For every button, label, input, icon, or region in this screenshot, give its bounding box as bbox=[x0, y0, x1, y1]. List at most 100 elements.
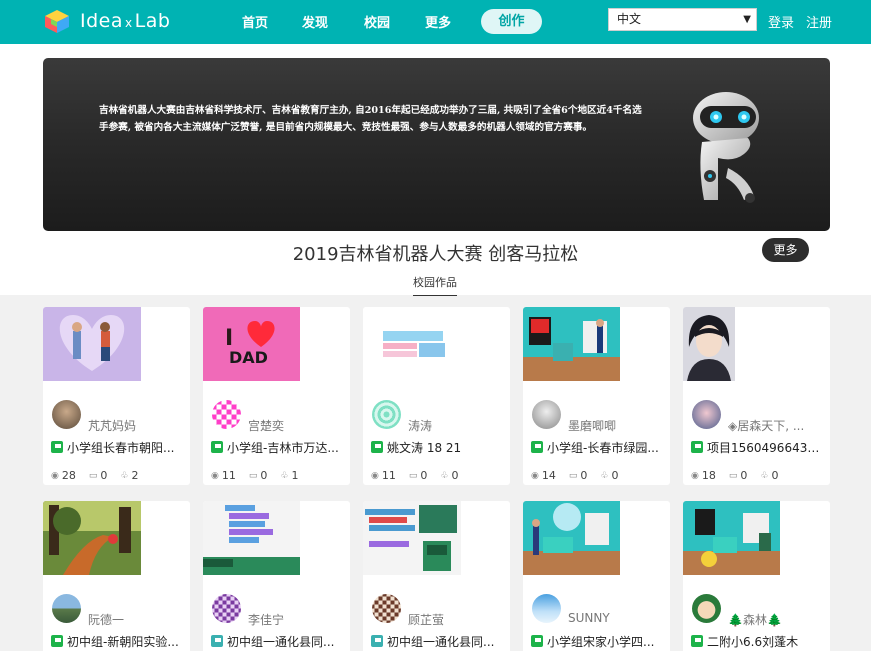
project-title[interactable]: 小学组宋家小学四... bbox=[547, 633, 665, 650]
project-card[interactable]: 顾芷萤 初中组一通化县同... bbox=[363, 501, 510, 651]
project-title[interactable]: 姚文涛 18 21 bbox=[387, 439, 505, 456]
view-count: 11 bbox=[221, 469, 236, 482]
stats-row: ◉ 18 ▭ 0 ♧ 0 bbox=[691, 469, 791, 482]
login-link[interactable]: 登录 bbox=[768, 12, 794, 31]
comment-icon: ▭ bbox=[728, 470, 738, 481]
project-title[interactable]: 小学组-吉林市万达... bbox=[227, 439, 345, 456]
like-count: 0 bbox=[771, 469, 779, 482]
logo-text-idea: Idea bbox=[80, 10, 123, 32]
project-title[interactable]: 二附小6.6刘蓬木 bbox=[707, 633, 825, 650]
thumb-code-blocks bbox=[203, 501, 300, 575]
avatar[interactable] bbox=[52, 594, 81, 623]
avatar[interactable] bbox=[212, 594, 241, 623]
author-name[interactable]: ◈居森天下, ... bbox=[728, 417, 824, 434]
comment-count: 0 bbox=[580, 469, 588, 482]
project-title[interactable]: 初中组一通化县同... bbox=[227, 633, 345, 650]
project-card[interactable]: 芃芃妈妈 小学组长春市朝阳... ◉ 28 ▭ 0 ♧ 2 bbox=[43, 307, 190, 485]
view-count: 18 bbox=[701, 469, 716, 482]
project-title[interactable]: 小学组-长春市绿园... bbox=[547, 439, 665, 456]
project-card[interactable]: 李佳宁 初中组一通化县同... bbox=[203, 501, 350, 651]
project-card[interactable]: 涛涛 姚文涛 18 21 ◉ 11 ▭ 0 ♧ 0 bbox=[363, 307, 510, 485]
thumbs-up-icon: ♧ bbox=[120, 470, 129, 481]
svg-text:DAD: DAD bbox=[229, 348, 268, 367]
project-card[interactable]: ◈居森天下, ... 项目1560496643558 ◉ 18 ▭ 0 ♧ 0 bbox=[683, 307, 830, 485]
author-name[interactable]: 顾芷萤 bbox=[408, 611, 504, 628]
stats-row: ◉ 11 ▭ 0 ♧ 1 bbox=[211, 469, 311, 482]
stats-row: ◉ 11 ▭ 0 ♧ 0 bbox=[371, 469, 471, 482]
thumb-room-scene bbox=[523, 307, 620, 381]
thumbs-up-icon: ♧ bbox=[280, 470, 289, 481]
project-title[interactable]: 项目1560496643558 bbox=[707, 439, 825, 456]
banner-description: 吉林省机器人大赛由吉林省科学技术厅、吉林省教育厅主办, 自2016年起已经成功举… bbox=[99, 105, 642, 133]
thumb-code-blocks-2 bbox=[363, 501, 461, 575]
contest-banner[interactable]: 吉林省机器人大赛由吉林省科学技术厅、吉林省教育厅主办, 自2016年起已经成功举… bbox=[43, 58, 830, 231]
cube-logo-icon bbox=[45, 10, 69, 33]
project-flag-icon bbox=[371, 441, 383, 453]
project-flag-icon bbox=[691, 441, 703, 453]
like-count: 0 bbox=[611, 469, 619, 482]
project-card[interactable]: I DAD 宫楚奕 小学组-吉林市万达... ◉ 11 ▭ 0 ♧ 1 bbox=[203, 307, 350, 485]
author-name[interactable]: 涛涛 bbox=[408, 417, 504, 434]
comment-icon: ▭ bbox=[248, 470, 258, 481]
create-button[interactable]: 创作 bbox=[481, 9, 542, 34]
project-flag-icon bbox=[531, 441, 543, 453]
nav-campus[interactable]: 校园 bbox=[364, 12, 390, 31]
project-flag-icon bbox=[51, 441, 63, 453]
logo-text-x: x bbox=[125, 16, 133, 30]
comment-count: 0 bbox=[740, 469, 748, 482]
avatar[interactable] bbox=[52, 400, 81, 429]
register-link[interactable]: 注册 bbox=[806, 12, 832, 31]
project-card[interactable]: 🌲森林🌲 二附小6.6刘蓬木 bbox=[683, 501, 830, 651]
thumbs-up-icon: ♧ bbox=[600, 470, 609, 481]
tab-campus-works[interactable]: 校园作品 bbox=[413, 274, 457, 296]
view-count: 28 bbox=[61, 469, 76, 482]
thumb-parents-heart bbox=[43, 307, 141, 381]
author-name[interactable]: 芃芃妈妈 bbox=[88, 417, 184, 434]
author-name[interactable]: 阮德一 bbox=[88, 611, 184, 628]
project-card[interactable]: 墨磨唧唧 小学组-长春市绿园... ◉ 14 ▭ 0 ♧ 0 bbox=[523, 307, 670, 485]
top-nav-bar: Idea x Lab 首页 发现 校园 更多 创作 中文 ▼ 登录 注册 bbox=[0, 0, 871, 44]
eye-icon: ◉ bbox=[371, 470, 379, 481]
robot-mascot-icon bbox=[693, 92, 759, 203]
avatar[interactable] bbox=[212, 400, 241, 429]
comment-count: 0 bbox=[420, 469, 428, 482]
thumbs-up-icon: ♧ bbox=[760, 470, 769, 481]
thumb-fountain-room bbox=[523, 501, 620, 575]
author-name[interactable]: 李佳宁 bbox=[248, 611, 344, 628]
view-count: 14 bbox=[541, 469, 556, 482]
nav-home[interactable]: 首页 bbox=[242, 12, 268, 31]
project-title[interactable]: 初中组一通化县同... bbox=[387, 633, 505, 650]
author-name[interactable]: 🌲森林🌲 bbox=[728, 611, 824, 628]
contest-section: 吉林省机器人大赛由吉林省科学技术厅、吉林省教育厅主办, 自2016年起已经成功举… bbox=[0, 44, 871, 296]
stats-row: ◉ 28 ▭ 0 ♧ 2 bbox=[51, 469, 151, 482]
thumb-forest-path bbox=[43, 501, 141, 575]
project-flag-icon bbox=[211, 441, 223, 453]
project-title[interactable]: 小学组长春市朝阳... bbox=[67, 439, 185, 456]
avatar[interactable] bbox=[692, 594, 721, 623]
more-button[interactable]: 更多 bbox=[762, 238, 809, 262]
avatar[interactable] bbox=[532, 594, 561, 623]
avatar[interactable] bbox=[692, 400, 721, 429]
author-name[interactable]: 墨磨唧唧 bbox=[568, 417, 664, 434]
like-count: 2 bbox=[131, 469, 139, 482]
ideax-lab-logo[interactable]: Idea x Lab bbox=[42, 8, 170, 34]
author-name[interactable]: SUNNY bbox=[568, 611, 664, 625]
nav-discover[interactable]: 发现 bbox=[302, 12, 328, 31]
comment-icon: ▭ bbox=[88, 470, 98, 481]
project-title[interactable]: 初中组-新朝阳实验... bbox=[67, 633, 185, 650]
project-flag-icon bbox=[51, 635, 63, 647]
avatar[interactable] bbox=[372, 400, 401, 429]
language-select[interactable]: 中文 ▼ bbox=[608, 8, 757, 31]
avatar[interactable] bbox=[532, 400, 561, 429]
nav-more[interactable]: 更多 bbox=[425, 12, 451, 31]
avatar[interactable] bbox=[372, 594, 401, 623]
project-card[interactable]: SUNNY 小学组宋家小学四... bbox=[523, 501, 670, 651]
project-card[interactable]: 阮德一 初中组-新朝阳实验... bbox=[43, 501, 190, 651]
eye-icon: ◉ bbox=[691, 470, 699, 481]
logo-text-lab: Lab bbox=[134, 10, 171, 32]
project-flag-icon bbox=[371, 635, 383, 647]
thumb-fathers-day bbox=[363, 307, 461, 381]
author-name[interactable]: 宫楚奕 bbox=[248, 417, 344, 434]
comment-icon: ▭ bbox=[408, 470, 418, 481]
chevron-down-icon: ▼ bbox=[743, 14, 751, 25]
